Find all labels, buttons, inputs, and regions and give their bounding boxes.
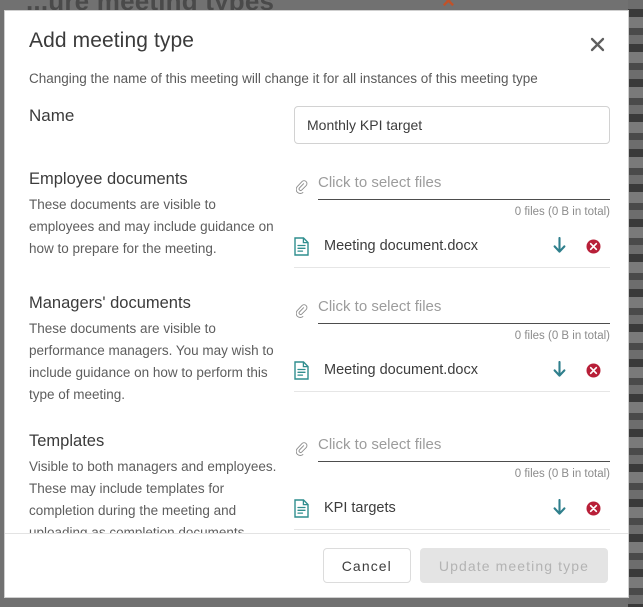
section-title: Templates xyxy=(29,431,105,450)
file-upload-summary: 0 files (0 B in total) xyxy=(514,205,610,218)
download-arrow-glyph xyxy=(553,499,565,515)
document-icon xyxy=(294,360,316,380)
section-text-col: Templates Visible to both managers and e… xyxy=(29,432,287,533)
file-upload-field[interactable]: Click to select files xyxy=(318,298,610,324)
backdrop-scroll-strip xyxy=(628,0,643,607)
file-upload-control[interactable]: Click to select files xyxy=(294,294,610,324)
close-x-glyph xyxy=(590,37,604,51)
paperclip-icon xyxy=(294,180,310,200)
paperclip-glyph xyxy=(295,180,307,195)
name-row: Name xyxy=(29,106,610,144)
document-glyph xyxy=(294,498,309,518)
attached-file-row: KPI targets xyxy=(294,489,610,530)
section-description: Visible to both managers and employees. … xyxy=(29,458,277,533)
section-upload-col: Click to select files 0 files (0 B in to… xyxy=(287,432,610,530)
name-input-col xyxy=(287,106,610,144)
add-meeting-type-dialog: Add meeting type Changing the name of th… xyxy=(4,10,629,598)
dialog-header: Add meeting type Changing the name of th… xyxy=(5,11,628,86)
file-upload-summary: 0 files (0 B in total) xyxy=(514,467,610,480)
name-label-col: Name xyxy=(29,106,287,126)
download-arrow-glyph xyxy=(553,237,565,253)
remove-circle-glyph xyxy=(586,501,600,515)
document-icon xyxy=(294,498,316,518)
close-icon[interactable] xyxy=(584,31,610,57)
file-upload-field[interactable]: Click to select files xyxy=(318,436,610,462)
paperclip-glyph xyxy=(295,442,307,456)
remove-file-icon[interactable] xyxy=(576,239,610,254)
update-meeting-type-button[interactable]: Update meeting type xyxy=(419,548,608,583)
attached-file-row: Meeting document.docx xyxy=(294,351,610,392)
dialog-body: Name Employee documents These documents … xyxy=(5,86,628,533)
file-upload-control[interactable]: Click to select files xyxy=(294,432,610,462)
attached-file-name: KPI targets xyxy=(324,500,396,516)
section-employee-documents: Employee documents These documents are v… xyxy=(29,170,610,268)
remove-file-icon[interactable] xyxy=(576,363,610,378)
file-upload-placeholder: Click to select files xyxy=(318,435,442,453)
file-upload-summary: 0 files (0 B in total) xyxy=(514,329,610,342)
document-icon xyxy=(294,237,316,256)
name-input[interactable] xyxy=(294,106,610,144)
section-templates: Templates Visible to both managers and e… xyxy=(29,432,610,533)
section-description: These documents are visible to employees… xyxy=(29,197,274,256)
section-text-col: Employee documents These documents are v… xyxy=(29,170,287,260)
paperclip-icon xyxy=(294,442,310,462)
download-icon[interactable] xyxy=(542,361,576,379)
attached-file-name: Meeting document.docx xyxy=(324,238,478,255)
remove-circle-glyph xyxy=(586,363,600,377)
attached-file-row: Meeting document.docx xyxy=(294,227,610,268)
dialog-title: Add meeting type xyxy=(29,29,195,52)
remove-circle-glyph xyxy=(586,239,600,254)
section-text-col: Managers' documents These documents are … xyxy=(29,294,287,406)
name-label: Name xyxy=(29,106,75,125)
download-icon[interactable] xyxy=(542,237,576,255)
paperclip-glyph xyxy=(295,304,307,318)
paperclip-icon xyxy=(294,304,310,324)
section-upload-col: Click to select files 0 files (0 B in to… xyxy=(287,170,610,268)
dialog-subtitle: Changing the name of this meeting will c… xyxy=(29,71,538,86)
section-description: These documents are visible to performan… xyxy=(29,320,274,402)
file-upload-field[interactable]: Click to select files xyxy=(318,174,610,200)
cancel-button[interactable]: Cancel xyxy=(322,548,411,583)
document-glyph xyxy=(294,360,309,380)
document-glyph xyxy=(294,237,309,256)
section-upload-col: Click to select files 0 files (0 B in to… xyxy=(287,294,610,392)
section-title: Managers' documents xyxy=(29,293,191,312)
section-managers-documents: Managers' documents These documents are … xyxy=(29,294,610,406)
attached-file-name: Meeting document.docx xyxy=(324,362,478,378)
section-title: Employee documents xyxy=(29,170,188,188)
download-icon[interactable] xyxy=(542,499,576,517)
remove-file-icon[interactable] xyxy=(576,501,610,516)
file-upload-placeholder: Click to select files xyxy=(318,297,442,315)
dialog-footer: Cancel Update meeting type xyxy=(5,533,628,597)
file-upload-placeholder: Click to select files xyxy=(318,174,442,191)
download-arrow-glyph xyxy=(553,361,565,377)
file-upload-control[interactable]: Click to select files xyxy=(294,170,610,200)
